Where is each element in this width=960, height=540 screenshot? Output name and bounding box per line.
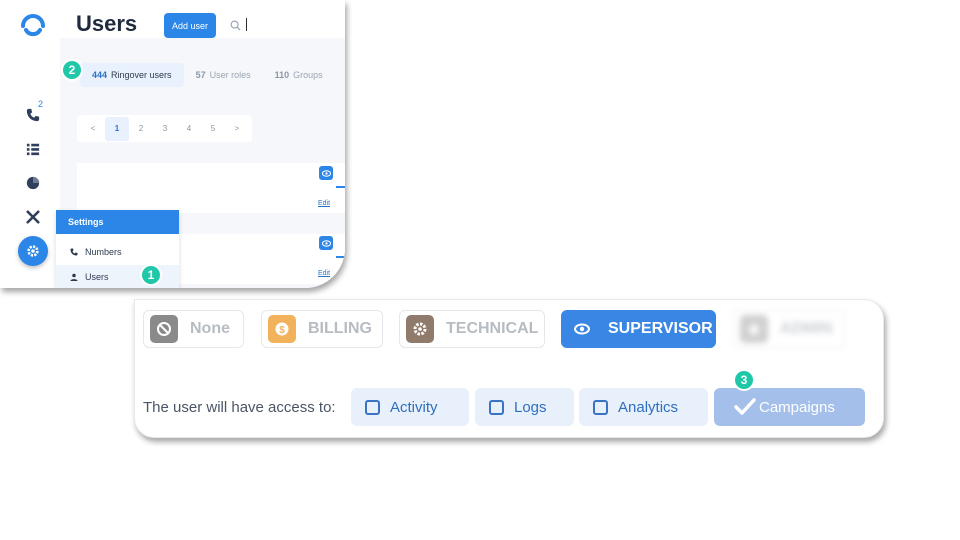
menu-item-users[interactable]: Users [56, 265, 179, 288]
next-page-button[interactable]: > [225, 117, 249, 141]
role-permissions-panel: None $ BILLING TECHNICAL SUPERVISOR ADMI… [134, 299, 884, 438]
permission-analytics-checkbox[interactable]: Analytics [579, 388, 708, 426]
menu-item-numbers[interactable]: Numbers [56, 240, 179, 264]
top-bar: Users Add user [60, 0, 345, 38]
row-indicator [336, 256, 345, 258]
sidebar: 2 [0, 0, 61, 288]
tools-icon[interactable] [22, 206, 44, 228]
users-screen-panel: 2 Users Add user 444 Ringover users 57 Use… [0, 0, 345, 288]
gear-icon [27, 245, 39, 257]
checkbox-icon [489, 399, 504, 415]
list-icon[interactable] [22, 138, 44, 160]
role-none-button[interactable]: None [143, 310, 244, 348]
page-button-1[interactable]: 1 [105, 116, 129, 141]
callout-badge-2: 2 [63, 61, 81, 79]
role-billing-button[interactable]: $ BILLING [261, 310, 383, 348]
tab-user-roles[interactable]: 57 User roles [184, 63, 263, 87]
access-label: The user will have access to: [143, 399, 336, 416]
page-button-5[interactable]: 5 [201, 117, 225, 141]
view-button[interactable] [319, 236, 333, 250]
pie-chart-icon[interactable] [22, 172, 44, 194]
svg-text:$: $ [279, 325, 285, 336]
permission-campaigns-checkbox[interactable]: Campaigns [714, 388, 865, 426]
row-indicator [336, 186, 345, 188]
tab-ringover-users[interactable]: 444 Ringover users [80, 63, 184, 87]
ban-icon [150, 315, 178, 343]
role-supervisor-button[interactable]: SUPERVISOR [561, 310, 716, 348]
checkbox-icon [365, 399, 380, 415]
view-button[interactable] [319, 166, 333, 180]
search-icon [230, 20, 241, 31]
page-button-3[interactable]: 3 [153, 117, 177, 141]
table-row [77, 163, 345, 213]
ringover-logo-icon [21, 14, 45, 37]
permission-logs-checkbox[interactable]: Logs [475, 388, 574, 426]
user-icon [70, 273, 78, 281]
checkmark-icon [734, 398, 756, 415]
callout-badge-1: 1 [142, 266, 160, 284]
phone-icon [70, 248, 78, 256]
page-button-4[interactable]: 4 [177, 117, 201, 141]
calls-badge: 2 [38, 99, 44, 109]
edit-link[interactable]: Edit [318, 200, 330, 207]
tab-groups[interactable]: 110 Groups [263, 63, 335, 87]
settings-menu: Settings Numbers Users [56, 210, 179, 288]
checkbox-icon [593, 399, 608, 415]
callout-badge-3: 3 [735, 371, 753, 389]
role-admin-button[interactable]: ADMIN [733, 310, 845, 348]
eye-icon [321, 169, 331, 177]
permission-activity-checkbox[interactable]: Activity [351, 388, 469, 426]
role-technical-button[interactable]: TECHNICAL [399, 310, 545, 348]
prev-page-button[interactable]: < [81, 117, 105, 141]
settings-menu-title: Settings [56, 210, 179, 234]
page-button-2[interactable]: 2 [129, 117, 153, 141]
gear-icon [406, 315, 434, 343]
eye-icon [568, 315, 596, 343]
dollar-icon: $ [268, 315, 296, 343]
eye-icon [321, 239, 331, 247]
add-user-button[interactable]: Add user [164, 13, 216, 38]
user-tabs: 444 Ringover users 57 User roles 110 Groups [80, 63, 335, 87]
pagination: < 1 2 3 4 5 > [77, 115, 252, 142]
settings-nav-button[interactable] [18, 236, 48, 266]
edit-link[interactable]: Edit [318, 270, 330, 277]
star-icon [740, 315, 768, 343]
search-input[interactable] [246, 18, 247, 31]
page-title: Users [76, 11, 138, 36]
